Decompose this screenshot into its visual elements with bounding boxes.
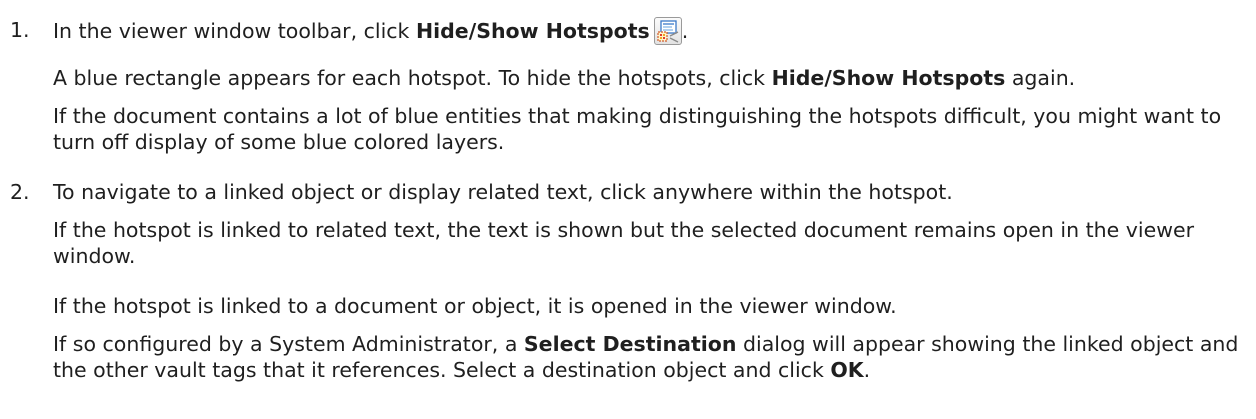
step-1-note-1: A blue rectangle appears for each hotspo… bbox=[53, 66, 1076, 90]
hide-show-hotspots-label: Hide/Show Hotspots bbox=[415, 19, 650, 43]
step-2-note-1: If the hotspot is linked to related text… bbox=[53, 218, 1195, 268]
document-page: 1. In the viewer window toolbar, click H… bbox=[0, 0, 1256, 419]
step-2-note-3: If so configured by a System Administrat… bbox=[53, 332, 1239, 382]
step-1-number: 1. bbox=[10, 18, 30, 42]
step-2-note-2: If the hotspot is linked to a document o… bbox=[53, 294, 897, 318]
hide-show-hotspots-icon bbox=[653, 17, 682, 45]
step-1-note-2: If the document contains a lot of blue e… bbox=[53, 104, 1222, 154]
step-2-number: 2. bbox=[10, 180, 30, 204]
step-1-instruction: In the viewer window toolbar, click Hide… bbox=[53, 17, 689, 45]
step-2-instruction: To navigate to a linked object or displa… bbox=[53, 180, 953, 204]
